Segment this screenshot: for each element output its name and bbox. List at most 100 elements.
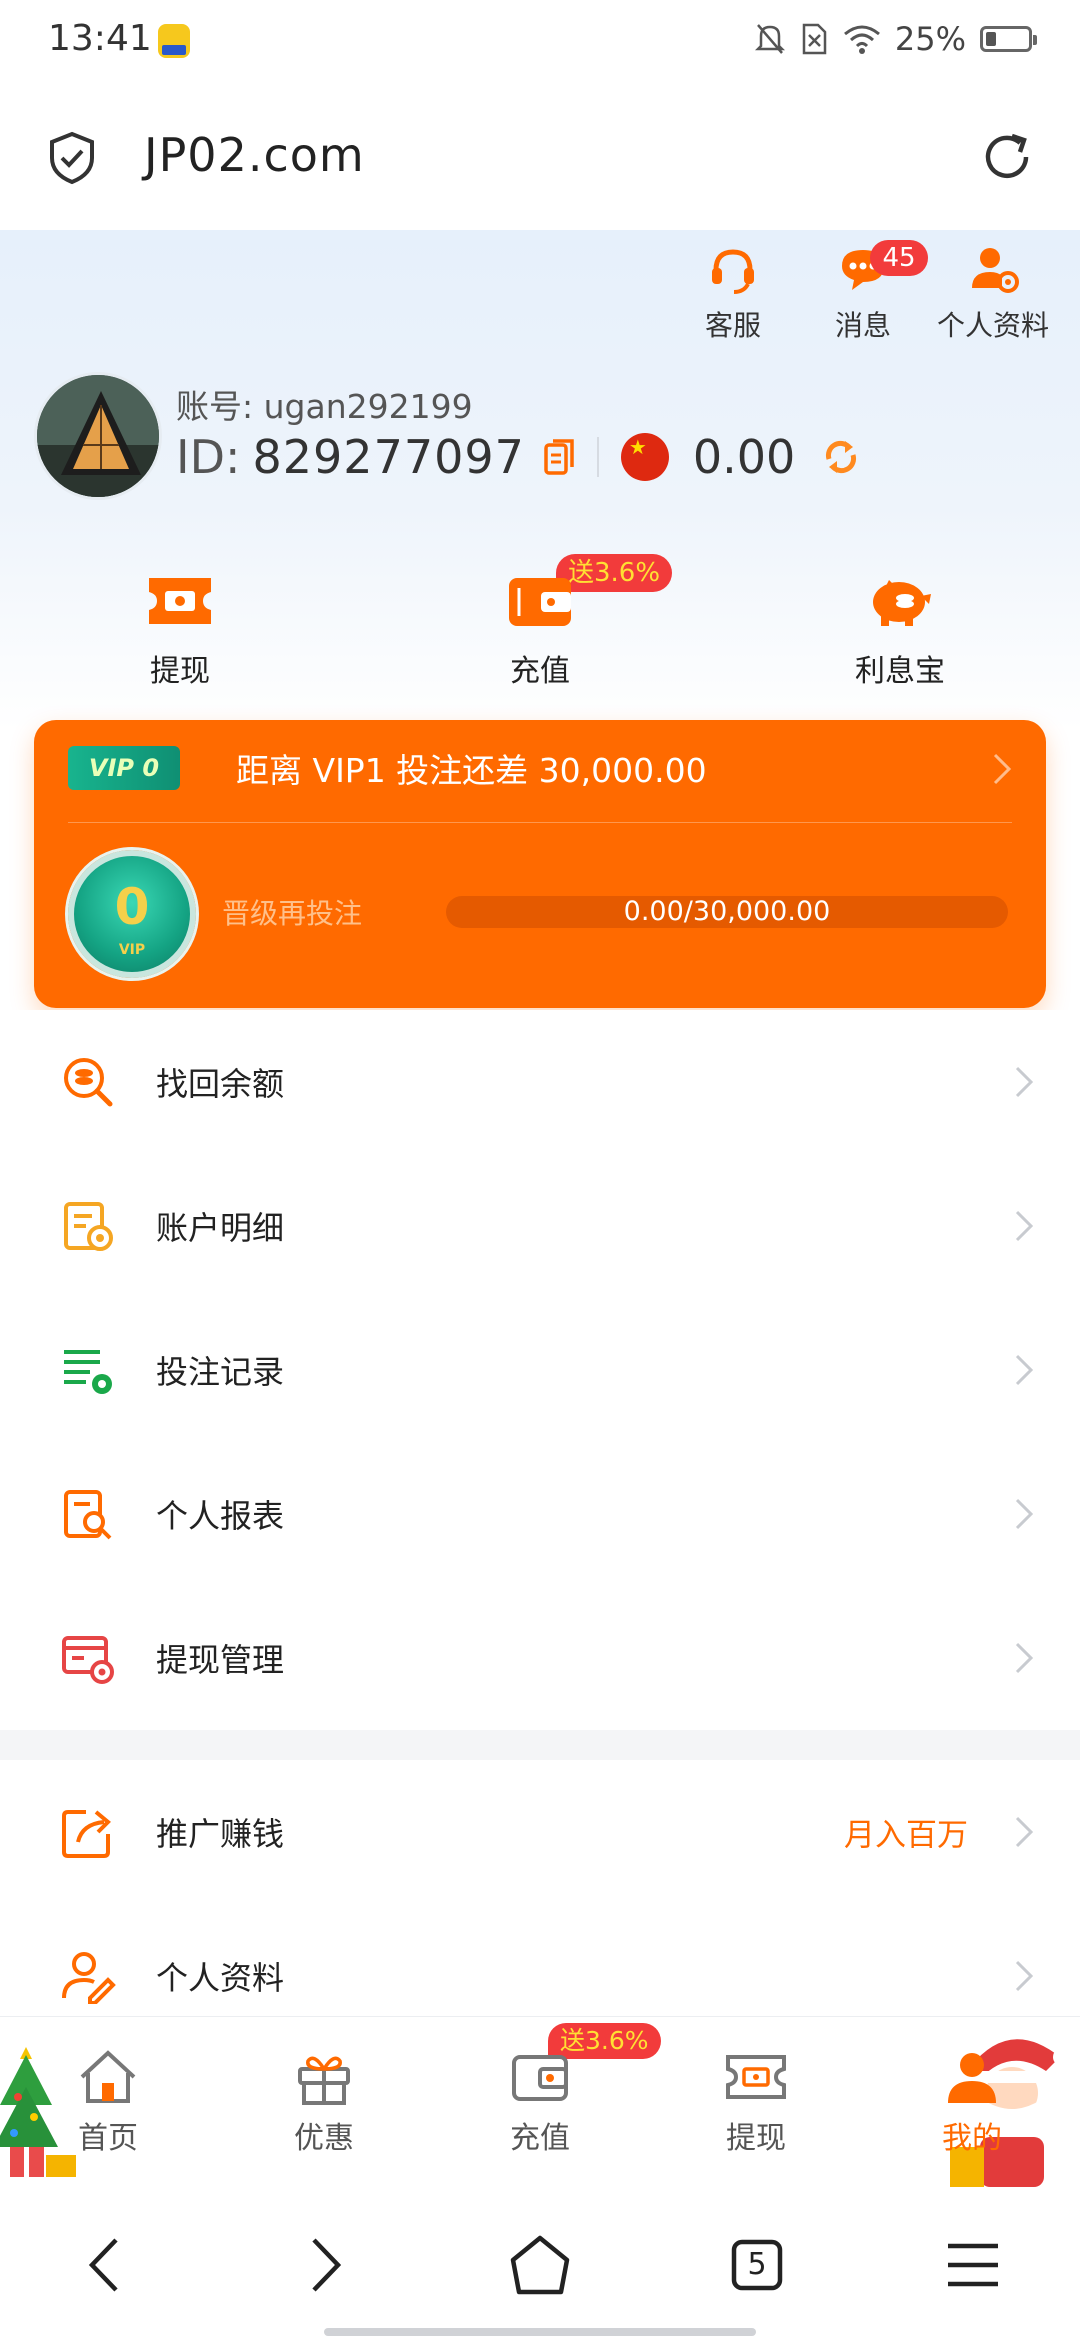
quick-deposit-button[interactable]: 送3.6% 充值 xyxy=(360,554,720,690)
vip-progress-text: 0.00/30,000.00 xyxy=(623,896,831,927)
tab-withdraw[interactable]: 提现 xyxy=(648,2047,864,2157)
menu-item-withdraw-manage[interactable]: 提现管理 xyxy=(0,1586,1080,1730)
menu-label: 投注记录 xyxy=(156,1353,285,1391)
vip-hint: 晋级再投注 xyxy=(222,897,363,930)
wallet-icon xyxy=(509,578,571,626)
vip-level-tag: VIP 0 xyxy=(68,746,180,790)
withdraw-manage-icon xyxy=(62,1636,114,1684)
tabs-count: 5 xyxy=(747,2247,767,2282)
section-divider xyxy=(0,1730,1080,1760)
tab-label: 优惠 xyxy=(294,2121,354,2156)
sim-off-icon xyxy=(802,23,827,55)
refresh-icon[interactable] xyxy=(978,128,1036,186)
vip-progress-title: 距离 VIP1 投注还差 30,000.00 xyxy=(236,751,707,790)
quick-interest-label: 利息宝 xyxy=(855,654,945,689)
account-name: 账号: ugan292199 xyxy=(176,387,473,426)
headset-icon xyxy=(712,249,754,294)
id-value: 829277097 xyxy=(252,430,525,484)
share-icon xyxy=(62,1810,111,1858)
menu-item-recover-balance[interactable]: 找回余额 xyxy=(0,1010,1080,1154)
tab-home[interactable]: 首页 xyxy=(0,2047,216,2157)
quick-withdraw-button[interactable]: 提现 xyxy=(0,570,360,690)
copy-icon[interactable] xyxy=(543,437,575,477)
balance-value: 0.00 xyxy=(692,430,796,484)
divider xyxy=(596,437,599,477)
quick-actions: 提现 送3.6% 充值 利息宝 xyxy=(0,554,1080,690)
chevron-right-icon xyxy=(1015,1210,1034,1242)
customer-service-button[interactable]: 客服 xyxy=(668,240,798,344)
forward-icon[interactable] xyxy=(288,2230,358,2300)
menu-label: 账户明细 xyxy=(156,1209,285,1247)
withdraw-ticket-icon xyxy=(726,2055,786,2099)
battery-icon xyxy=(980,26,1037,52)
avatar[interactable] xyxy=(34,372,162,500)
back-icon[interactable] xyxy=(72,2230,142,2300)
menu-label: 提现管理 xyxy=(156,1641,285,1679)
piggy-bank-icon xyxy=(873,580,931,626)
report-icon xyxy=(64,1490,112,1540)
coin-search-icon xyxy=(64,1058,113,1107)
shield-check-icon[interactable] xyxy=(46,130,98,186)
profile-header: 客服 45 消息 个人资料 账号: ugan292199 ID: 8292770… xyxy=(0,230,1080,730)
vip-badge-text: VIP xyxy=(118,942,146,958)
status-time: 13:41 xyxy=(48,18,152,59)
chevron-right-icon xyxy=(1015,1066,1034,1098)
menu-label: 推广赚钱 xyxy=(156,1815,285,1853)
menu-group-account: 找回余额 账户明细 投注记录 个人报表 提现管理 xyxy=(0,1010,1080,1730)
home-icon xyxy=(80,2050,136,2103)
china-flag-icon xyxy=(620,433,669,481)
menu-item-personal-report[interactable]: 个人报表 xyxy=(0,1442,1080,1586)
messages-label: 消息 xyxy=(834,309,891,342)
app-notification-icon xyxy=(158,24,190,58)
chevron-right-icon xyxy=(1015,1354,1034,1386)
gift-icon xyxy=(298,2056,350,2105)
menu-item-promote[interactable]: 推广赚钱 月入百万 xyxy=(0,1760,1080,1904)
user-settings-icon xyxy=(972,248,1019,293)
quick-interest-button[interactable]: 利息宝 xyxy=(720,570,1080,690)
status-icons: 25% xyxy=(754,20,1037,58)
menu-label: 个人报表 xyxy=(156,1497,285,1535)
user-edit-icon xyxy=(62,1952,116,2004)
chevron-right-icon xyxy=(1015,1642,1034,1674)
vip-divider xyxy=(68,822,1012,823)
tab-promotions[interactable]: 优惠 xyxy=(216,2047,432,2157)
wifi-icon xyxy=(843,25,880,54)
bell-off-icon xyxy=(754,24,785,54)
bottom-tab-bar: 首页 优惠 送3.6% 充值 提现 我的 xyxy=(0,2016,1080,2202)
menu-label: 找回余额 xyxy=(156,1065,285,1103)
avatar-image xyxy=(37,375,159,497)
vip-progress-bar: 0.00/30,000.00 xyxy=(446,896,1008,928)
top-actions: 客服 45 消息 个人资料 xyxy=(668,240,1058,344)
profile-button[interactable]: 个人资料 xyxy=(928,240,1058,344)
user-icon xyxy=(948,2053,996,2103)
menu-group-other: 推广赚钱 月入百万 个人资料 xyxy=(0,1760,1080,2048)
vip-level-number: 0 xyxy=(114,878,150,936)
browser-address-bar: JP02.com xyxy=(0,84,1080,230)
chevron-right-icon xyxy=(1015,1498,1034,1530)
tab-deposit[interactable]: 充值 xyxy=(432,2047,648,2157)
id-label: ID: xyxy=(176,430,241,484)
chevron-right-icon xyxy=(993,753,1012,785)
menu-icon[interactable] xyxy=(938,2230,1008,2300)
promote-slogan: 月入百万 xyxy=(844,1817,968,1854)
wallet-icon xyxy=(512,2055,568,2101)
tab-label: 首页 xyxy=(78,2121,138,2156)
refresh-balance-icon[interactable] xyxy=(821,437,861,477)
tabs-button[interactable]: 5 xyxy=(722,2230,792,2300)
system-nav-bar: 5 xyxy=(0,2202,1080,2340)
gesture-bar[interactable] xyxy=(324,2328,756,2336)
withdraw-ticket-icon xyxy=(149,578,211,624)
bet-record-icon xyxy=(64,1350,112,1394)
menu-item-account-detail[interactable]: 账户明细 xyxy=(0,1154,1080,1298)
messages-count-badge: 45 xyxy=(870,240,928,276)
vip-card[interactable]: VIP 0 距离 VIP1 投注还差 30,000.00 0 VIP 晋级再投注… xyxy=(34,720,1046,1008)
messages-button[interactable]: 45 消息 xyxy=(798,240,928,344)
tab-label: 我的 xyxy=(942,2121,1002,2156)
home-nav-icon[interactable] xyxy=(505,2230,575,2300)
id-balance-row: ID: 829277097 0.00 xyxy=(176,430,861,484)
profile-label: 个人资料 xyxy=(936,309,1049,342)
tab-label: 提现 xyxy=(726,2121,786,2156)
menu-item-bet-record[interactable]: 投注记录 xyxy=(0,1298,1080,1442)
url-text[interactable]: JP02.com xyxy=(144,128,365,182)
tab-mine[interactable]: 我的 xyxy=(864,2047,1080,2157)
